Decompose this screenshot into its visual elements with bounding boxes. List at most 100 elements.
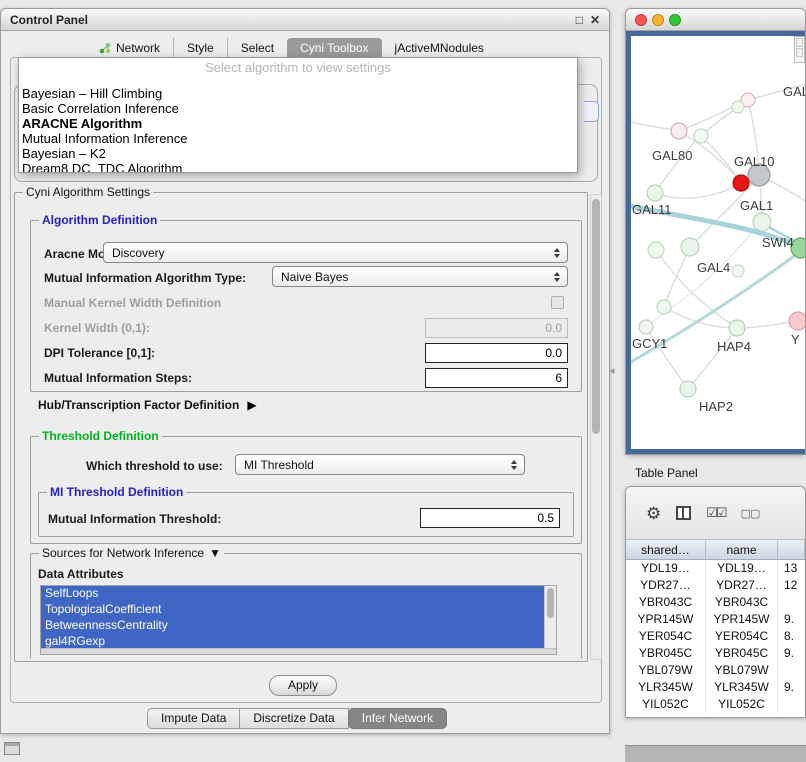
minimize-traffic-light-icon[interactable] (652, 14, 664, 26)
algorithm-option[interactable]: Dream8 DC_TDC Algorithm (19, 161, 577, 173)
group-title: Algorithm Definition (39, 213, 160, 227)
algorithm-option[interactable]: Bayesian – K2 (19, 146, 577, 161)
network-node[interactable] (753, 213, 771, 231)
close-window-icon[interactable]: ✕ (590, 14, 600, 26)
hub-factor-section-toggle[interactable]: Hub/Transcription Factor Definition ▶ (38, 398, 257, 412)
combo-arrows-icon (507, 460, 521, 470)
manual-kernel-checkbox[interactable] (551, 296, 564, 309)
dpi-tolerance-input[interactable]: 0.0 (425, 343, 568, 363)
network-node[interactable] (694, 129, 708, 143)
control-panel-tab-bar: Network Style Select Cyni Toolbox jActiv… (86, 38, 497, 57)
collapsed-arrow-icon: ▶ (247, 398, 256, 412)
panel-splitter-icon[interactable]: ◂ (609, 364, 615, 377)
mi-steps-input[interactable]: 6 (425, 368, 568, 388)
algorithm-combobox-fragment[interactable] (584, 101, 599, 122)
network-node[interactable] (639, 320, 653, 334)
mi-algorithm-type-select[interactable]: Naive Bayes (272, 266, 568, 287)
network-node[interactable] (657, 300, 671, 314)
network-edge[interactable] (688, 328, 737, 389)
network-node-label: HAP4 (717, 339, 751, 354)
which-threshold-select[interactable]: MI Threshold (235, 454, 525, 475)
table-row[interactable]: YIL052CYIL052C (626, 696, 805, 713)
data-attribute-item[interactable]: SelfLoops (41, 586, 544, 602)
tab-impute-data[interactable]: Impute Data (147, 708, 240, 729)
which-threshold-label: Which threshold to use: (86, 459, 223, 473)
table-cell: YIL052C (626, 696, 706, 713)
table-cell: YER054C (706, 628, 778, 645)
network-edge[interactable] (655, 136, 701, 193)
tab-style[interactable]: Style (173, 38, 227, 57)
network-window-titlebar[interactable] (626, 9, 805, 31)
data-attribute-item[interactable]: TopologicalCoefficient (41, 602, 544, 618)
table-cell: YBR045C (626, 645, 706, 662)
algorithm-option[interactable]: Bayesian – Hill Climbing (19, 86, 577, 101)
table-row[interactable]: YPR145WYPR145W9. (626, 611, 805, 628)
table-row[interactable]: YBL079WYBL079W (626, 662, 805, 679)
attributes-horizontal-scrollbar[interactable] (41, 648, 556, 654)
settings-scrollbar[interactable] (590, 194, 602, 660)
select-all-icon[interactable]: ☑☑ (706, 505, 725, 521)
network-edge[interactable] (737, 321, 797, 328)
algorithm-option[interactable]: Basic Correlation Inference (19, 101, 577, 116)
network-node[interactable] (647, 185, 663, 201)
float-window-icon[interactable]: □ (576, 14, 583, 26)
scrollbar-thumb[interactable] (592, 199, 600, 434)
table-column-header[interactable]: name (706, 540, 778, 559)
network-node[interactable] (789, 312, 805, 330)
network-node[interactable] (732, 101, 744, 113)
table-row[interactable]: YBR043CYBR043C (626, 594, 805, 611)
table-cell (778, 662, 805, 679)
columns-icon[interactable] (676, 506, 691, 520)
network-edge[interactable] (655, 183, 741, 198)
network-edge[interactable] (664, 307, 737, 328)
apply-button[interactable]: Apply (269, 675, 337, 696)
table-cell (778, 696, 805, 713)
network-scrollbar[interactable] (794, 36, 805, 63)
table-cell (778, 594, 805, 611)
tab-label: Cyni Toolbox (300, 41, 368, 55)
close-traffic-light-icon[interactable] (635, 14, 647, 26)
window-title: Control Panel (10, 13, 88, 27)
table-row[interactable]: YBR045CYBR045C9. (626, 645, 805, 662)
network-canvas[interactable]: GALGAL80GAL10GAL11GAL1SWI4GAL4GCY1HAP4YH… (631, 36, 805, 449)
network-node[interactable] (680, 381, 696, 397)
aracne-mode-select[interactable]: Discovery (103, 242, 568, 263)
network-node[interactable] (732, 265, 744, 277)
table-row[interactable]: YER054CYER054C8. (626, 628, 805, 645)
kernel-width-input[interactable]: 0.0 (425, 318, 568, 338)
network-node[interactable] (733, 175, 749, 191)
tab-select[interactable]: Select (227, 38, 287, 57)
data-attribute-item[interactable]: BetweennessCentrality (41, 618, 544, 634)
mi-threshold-input[interactable]: 0.5 (420, 508, 560, 528)
network-node[interactable] (681, 238, 699, 256)
zoom-traffic-light-icon[interactable] (669, 14, 681, 26)
table-row[interactable]: YLR345WYLR345W9. (626, 679, 805, 696)
minimized-window-icon[interactable] (4, 742, 20, 755)
data-attributes-list-items: SelfLoopsTopologicalCoefficientBetweenne… (41, 586, 544, 648)
algorithm-option[interactable]: Mutual Information Inference (19, 131, 577, 146)
tab-label: jActiveMNodules (395, 41, 484, 55)
table-row[interactable]: YDR27…YDR27…12 (626, 577, 805, 594)
network-node[interactable] (729, 320, 745, 336)
table-column-header[interactable]: shared… (626, 540, 706, 559)
scrollbar-thumb[interactable] (547, 588, 554, 618)
tab-cyni-toolbox[interactable]: Cyni Toolbox (287, 38, 381, 57)
tab-jactivemnodules[interactable]: jActiveMNodules (382, 38, 497, 57)
tab-infer-network[interactable]: Infer Network (348, 708, 447, 729)
sources-section-toggle[interactable]: Sources for Network Inference ▼ (39, 546, 224, 560)
table-column-header[interactable] (778, 540, 805, 559)
data-attributes-list[interactable]: SelfLoopsTopologicalCoefficientBetweenne… (40, 585, 557, 655)
control-panel-titlebar[interactable]: Control Panel □ ✕ (1, 9, 609, 31)
gear-icon[interactable]: ⚙ (646, 505, 661, 522)
desktop: Control Panel □ ✕ Network Style Select C… (0, 0, 806, 762)
network-tab-icon (99, 42, 111, 54)
network-node[interactable] (671, 123, 687, 139)
algorithm-option[interactable]: ARACNE Algorithm (19, 116, 577, 131)
tab-network[interactable]: Network (86, 38, 173, 57)
network-node[interactable] (648, 242, 664, 258)
manual-kernel-label: Manual Kernel Width Definition (44, 296, 221, 310)
attributes-scrollbar[interactable] (544, 586, 556, 648)
unselect-all-icon[interactable]: ▢▢ (741, 507, 760, 520)
table-row[interactable]: YDL19…YDL19…13 (626, 560, 805, 577)
tab-discretize-data[interactable]: Discretize Data (239, 708, 348, 729)
